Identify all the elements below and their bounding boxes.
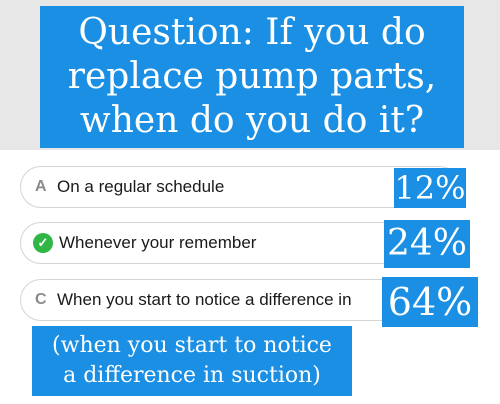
note-line-2: a difference in suction) <box>63 363 321 388</box>
percent-badge-b: 24% <box>384 220 470 268</box>
percent-value: 12% <box>394 169 466 207</box>
percent-badge-a: 12% <box>394 168 466 208</box>
check-circle-icon: ✓ <box>33 233 53 253</box>
percent-badge-c: 64% <box>382 277 478 327</box>
percent-value: 64% <box>387 280 473 324</box>
percent-value: 24% <box>386 223 467 264</box>
option-label: On a regular schedule <box>57 177 225 196</box>
question-text: Question: If you do replace pump parts, … <box>67 12 437 141</box>
note-line-1: (when you start to notice <box>52 333 332 358</box>
option-label: When you start to notice a difference in <box>57 290 352 309</box>
question-title: Question: If you do replace pump parts, … <box>40 6 464 148</box>
option-letter: A <box>35 178 47 195</box>
caption-note: (when you start to notice a difference i… <box>32 326 352 396</box>
option-label: Whenever your remember <box>59 233 257 252</box>
option-letter: C <box>35 291 47 308</box>
